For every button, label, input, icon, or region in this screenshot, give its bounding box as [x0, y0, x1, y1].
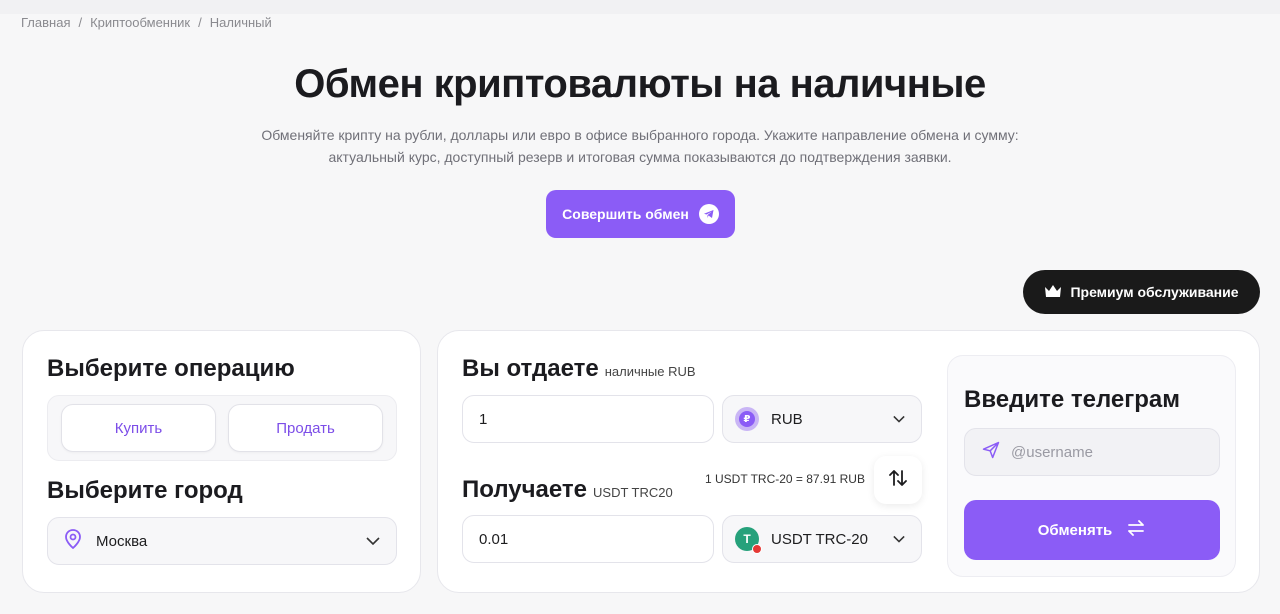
receive-currency-select[interactable]: T USDT TRC-20 — [722, 515, 922, 563]
make-exchange-button[interactable]: Совершить обмен — [546, 190, 735, 238]
breadcrumb-separator: / — [78, 15, 83, 30]
receive-header: Получаете USDT TRC20 — [462, 476, 673, 504]
operation-title: Выберите операцию — [47, 355, 295, 382]
location-pin-icon — [64, 528, 82, 554]
receive-title: Получаете — [462, 476, 588, 503]
receive-amount-input[interactable]: 0.01 — [462, 515, 714, 563]
telegram-card: Введите телеграм @username Обменять — [947, 355, 1236, 577]
breadcrumb: Главная / Криптообменник / Наличный — [21, 15, 272, 30]
sell-button[interactable]: Продать — [228, 404, 383, 452]
premium-service-button[interactable]: Премиум обслуживание — [1023, 270, 1260, 314]
city-select[interactable]: Москва — [47, 517, 397, 565]
exchange-submit-label: Обменять — [1037, 521, 1113, 539]
swap-vertical-icon — [888, 468, 908, 493]
give-title: Вы отдаете — [462, 355, 599, 382]
tether-coin-icon: T — [735, 527, 762, 554]
give-currency-select[interactable]: ₽ RUB — [722, 395, 922, 443]
swap-horizontal-icon — [1126, 520, 1146, 540]
ruble-coin-icon: ₽ — [735, 407, 759, 431]
give-currency-value: RUB — [771, 410, 803, 428]
chevron-down-icon — [366, 532, 380, 550]
receive-subtitle: USDT TRC20 — [593, 485, 673, 500]
exchange-submit-button[interactable]: Обменять — [964, 500, 1220, 560]
chevron-down-icon — [893, 410, 905, 428]
give-header: Вы отдаете наличные RUB — [462, 355, 696, 383]
send-plane-icon — [981, 440, 1001, 465]
breadcrumb-crypto-exchanger[interactable]: Криптообменник — [90, 15, 190, 30]
exchange-card: Вы отдаете наличные RUB 1 ₽ RUB 1 USDT T… — [437, 330, 1260, 593]
telegram-icon — [698, 204, 719, 224]
breadcrumb-home[interactable]: Главная — [21, 15, 70, 30]
give-subtitle: наличные RUB — [604, 364, 696, 379]
make-exchange-label: Совершить обмен — [562, 206, 689, 222]
tron-badge-icon — [752, 544, 762, 554]
telegram-username-input[interactable]: @username — [964, 428, 1220, 476]
premium-service-label: Премиум обслуживание — [1070, 284, 1239, 300]
operation-city-card: Выберите операцию Купить Продать Выберит… — [22, 330, 421, 593]
give-amount-input[interactable]: 1 — [462, 395, 714, 443]
exchange-rate: 1 USDT TRC-20 = 87.91 RUB — [705, 472, 865, 486]
swap-direction-button[interactable] — [874, 456, 922, 504]
city-value: Москва — [96, 532, 148, 550]
city-title: Выберите город — [47, 477, 243, 504]
receive-currency-value: USDT TRC-20 — [771, 530, 868, 548]
crown-icon — [1044, 283, 1062, 302]
chevron-down-icon — [893, 530, 905, 548]
top-bar — [0, 0, 1280, 14]
page-title: Обмен криптовалюты на наличные — [294, 62, 986, 106]
telegram-placeholder: @username — [1011, 443, 1093, 461]
operation-toggle: Купить Продать — [47, 395, 397, 461]
breadcrumb-current: Наличный — [209, 15, 272, 30]
buy-button[interactable]: Купить — [61, 404, 216, 452]
breadcrumb-separator: / — [198, 15, 202, 30]
page-description: Обменяйте крипту на рубли, доллары или е… — [261, 127, 1019, 165]
telegram-title: Введите телеграм — [964, 386, 1181, 413]
